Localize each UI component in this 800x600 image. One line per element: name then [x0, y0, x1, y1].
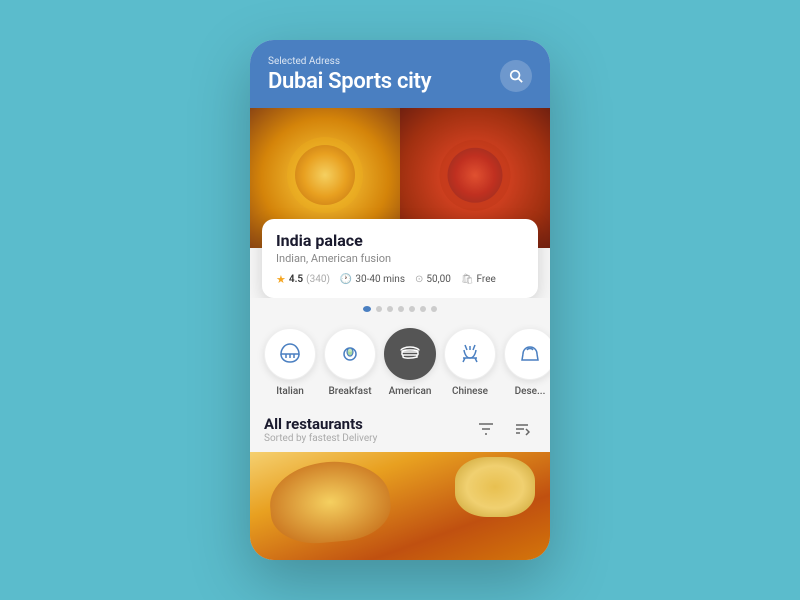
header: Selected Adress Dubai Sports city	[250, 40, 550, 108]
category-american[interactable]: American	[384, 328, 436, 397]
categories-scroll: Italian Breakfast	[250, 324, 550, 401]
city-name: Dubai Sports city	[268, 69, 431, 94]
dessert-icon-wrap	[504, 328, 550, 380]
american-icon-wrap	[384, 328, 436, 380]
dessert-label: Dese...	[515, 386, 546, 397]
dot-5[interactable]	[409, 306, 415, 312]
hero-section: India palace Indian, American fusion ★ 4…	[250, 108, 550, 298]
restaurant-name: India palace	[276, 231, 524, 250]
header-text: Selected Adress Dubai Sports city	[268, 56, 431, 94]
american-label: American	[389, 386, 432, 397]
breakfast-label: Breakfast	[328, 386, 371, 397]
chinese-label: Chinese	[452, 386, 488, 397]
bottom-food-preview	[250, 452, 550, 560]
category-chinese[interactable]: Chinese	[444, 328, 496, 397]
bag-icon: 🛍	[461, 274, 474, 285]
min-order: 50,00	[426, 274, 450, 285]
italian-label: Italian	[276, 386, 304, 397]
delivery-time-item: 🕐 30-40 mins	[340, 274, 405, 285]
delivery-fee-item: 🛍 Free	[461, 274, 496, 285]
dot-1[interactable]	[363, 306, 371, 312]
clock-icon: 🕐	[340, 274, 352, 285]
breakfast-icon-wrap	[324, 328, 376, 380]
dot-2[interactable]	[376, 306, 382, 312]
selected-address-label: Selected Adress	[268, 56, 431, 67]
dot-6[interactable]	[420, 306, 426, 312]
sort-button[interactable]	[508, 415, 536, 443]
rating-item: ★ 4.5 (340)	[276, 273, 330, 286]
dot-3[interactable]	[387, 306, 393, 312]
rating-value: 4.5	[289, 274, 303, 285]
restaurant-meta: ★ 4.5 (340) 🕐 30-40 mins ⊙ 50,00 🛍 Free	[276, 273, 524, 286]
chinese-icon-wrap	[444, 328, 496, 380]
delivery-fee: Free	[477, 274, 496, 285]
restaurants-header-left: All restaurants Sorted by fastest Delive…	[264, 415, 377, 444]
category-dessert[interactable]: Dese...	[504, 328, 550, 397]
delivery-time: 30-40 mins	[355, 274, 405, 285]
category-breakfast[interactable]: Breakfast	[324, 328, 376, 397]
phone-frame: Selected Adress Dubai Sports city India …	[250, 40, 550, 560]
search-button[interactable]	[500, 60, 532, 92]
restaurant-cuisine: Indian, American fusion	[276, 252, 524, 265]
dot-7[interactable]	[431, 306, 437, 312]
restaurant-card[interactable]: India palace Indian, American fusion ★ 4…	[262, 219, 538, 298]
restaurants-title: All restaurants	[264, 415, 377, 433]
category-italian[interactable]: Italian	[264, 328, 316, 397]
categories-section: Italian Breakfast	[250, 316, 550, 405]
rating-count: (340)	[306, 274, 330, 285]
star-icon: ★	[276, 273, 286, 286]
min-order-item: ⊙ 50,00	[415, 274, 451, 285]
restaurants-subtitle: Sorted by fastest Delivery	[264, 433, 377, 444]
restaurants-section: All restaurants Sorted by fastest Delive…	[250, 405, 550, 452]
filter-button[interactable]	[472, 415, 500, 443]
dot-4[interactable]	[398, 306, 404, 312]
dollar-icon: ⊙	[415, 274, 423, 285]
filter-icons	[472, 415, 536, 443]
restaurants-header: All restaurants Sorted by fastest Delive…	[264, 415, 536, 444]
italian-icon-wrap	[264, 328, 316, 380]
carousel-dots	[250, 298, 550, 316]
